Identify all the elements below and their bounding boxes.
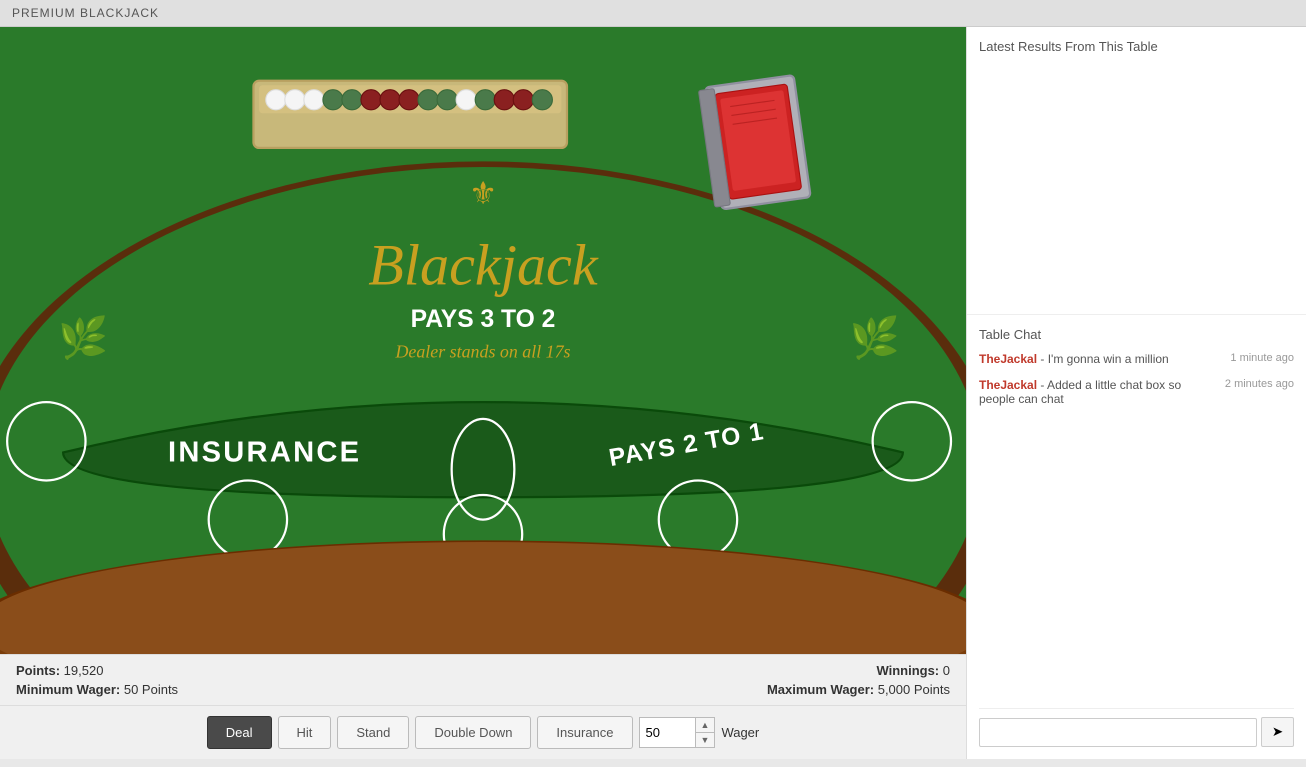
svg-text:Blackjack: Blackjack bbox=[368, 233, 599, 298]
table-chat-title: Table Chat bbox=[979, 327, 1294, 342]
chat-time: 2 minutes ago bbox=[1225, 378, 1294, 390]
svg-text:⚜: ⚜ bbox=[469, 176, 497, 211]
table-chat-section: Table Chat TheJackal - I'm gonna win a m… bbox=[967, 315, 1306, 759]
chat-send-button[interactable]: ➤ bbox=[1261, 717, 1294, 747]
wager-down-button[interactable]: ▼ bbox=[696, 733, 715, 747]
svg-text:🌿: 🌿 bbox=[58, 315, 108, 361]
chat-text: - I'm gonna win a million bbox=[1040, 352, 1168, 366]
hit-button[interactable]: Hit bbox=[278, 716, 332, 749]
deal-button[interactable]: Deal bbox=[207, 716, 272, 749]
svg-text:INSURANCE: INSURANCE bbox=[168, 436, 361, 468]
max-wager-display: Maximum Wager: 5,000 Points bbox=[767, 682, 950, 697]
chat-input[interactable] bbox=[979, 718, 1257, 747]
send-icon: ➤ bbox=[1272, 724, 1283, 739]
chat-time: 1 minute ago bbox=[1230, 352, 1294, 364]
wager-input-wrap: ▲ ▼ Wager bbox=[639, 717, 760, 748]
latest-results-section: Latest Results From This Table bbox=[967, 27, 1306, 315]
chat-input-row: ➤ bbox=[979, 708, 1294, 747]
table-svg: ⚜ Blackjack PAYS 3 TO 2 Dealer stands on… bbox=[0, 27, 966, 654]
info-bar: Points: 19,520 Winnings: 0 Minimum Wager… bbox=[0, 654, 966, 705]
wager-label: Wager bbox=[721, 725, 759, 740]
chat-username: TheJackal bbox=[979, 378, 1037, 392]
wager-row: Minimum Wager: 50 Points Maximum Wager: … bbox=[16, 682, 950, 697]
right-panel: Latest Results From This Table Table Cha… bbox=[966, 27, 1306, 759]
chat-message: TheJackal - I'm gonna win a million 1 mi… bbox=[979, 352, 1294, 366]
chat-message: TheJackal - Added a little chat box so p… bbox=[979, 378, 1294, 406]
top-bar: PREMIUM BLACKJACK bbox=[0, 0, 1306, 27]
wager-box: ▲ ▼ bbox=[639, 717, 716, 748]
insurance-button[interactable]: Insurance bbox=[537, 716, 632, 749]
wager-up-button[interactable]: ▲ bbox=[696, 718, 715, 733]
chat-message-content: TheJackal - Added a little chat box so p… bbox=[979, 378, 1215, 406]
stand-button[interactable]: Stand bbox=[337, 716, 409, 749]
chat-message-content: TheJackal - I'm gonna win a million bbox=[979, 352, 1220, 366]
results-content bbox=[979, 62, 1294, 302]
app-title: PREMIUM BLACKJACK bbox=[12, 6, 159, 20]
latest-results-title: Latest Results From This Table bbox=[979, 39, 1294, 54]
wager-arrows: ▲ ▼ bbox=[695, 718, 715, 747]
svg-text:PAYS 3 TO 2: PAYS 3 TO 2 bbox=[411, 306, 556, 333]
winnings-display: Winnings: 0 bbox=[876, 663, 950, 678]
chat-username: TheJackal bbox=[979, 352, 1037, 366]
svg-text:Dealer stands on all 17s: Dealer stands on all 17s bbox=[394, 341, 570, 361]
points-display: Points: 19,520 bbox=[16, 663, 103, 678]
min-wager-display: Minimum Wager: 50 Points bbox=[16, 682, 178, 697]
wager-input[interactable] bbox=[640, 718, 695, 747]
main-layout: ⚜ Blackjack PAYS 3 TO 2 Dealer stands on… bbox=[0, 27, 1306, 759]
chat-messages: TheJackal - I'm gonna win a million 1 mi… bbox=[979, 352, 1294, 708]
svg-text:🌿: 🌿 bbox=[850, 315, 900, 361]
points-row: Points: 19,520 Winnings: 0 bbox=[16, 663, 950, 678]
double-down-button[interactable]: Double Down bbox=[415, 716, 531, 749]
game-area: ⚜ Blackjack PAYS 3 TO 2 Dealer stands on… bbox=[0, 27, 966, 759]
table-canvas: ⚜ Blackjack PAYS 3 TO 2 Dealer stands on… bbox=[0, 27, 966, 654]
controls-row: Deal Hit Stand Double Down Insurance ▲ ▼… bbox=[0, 705, 966, 759]
